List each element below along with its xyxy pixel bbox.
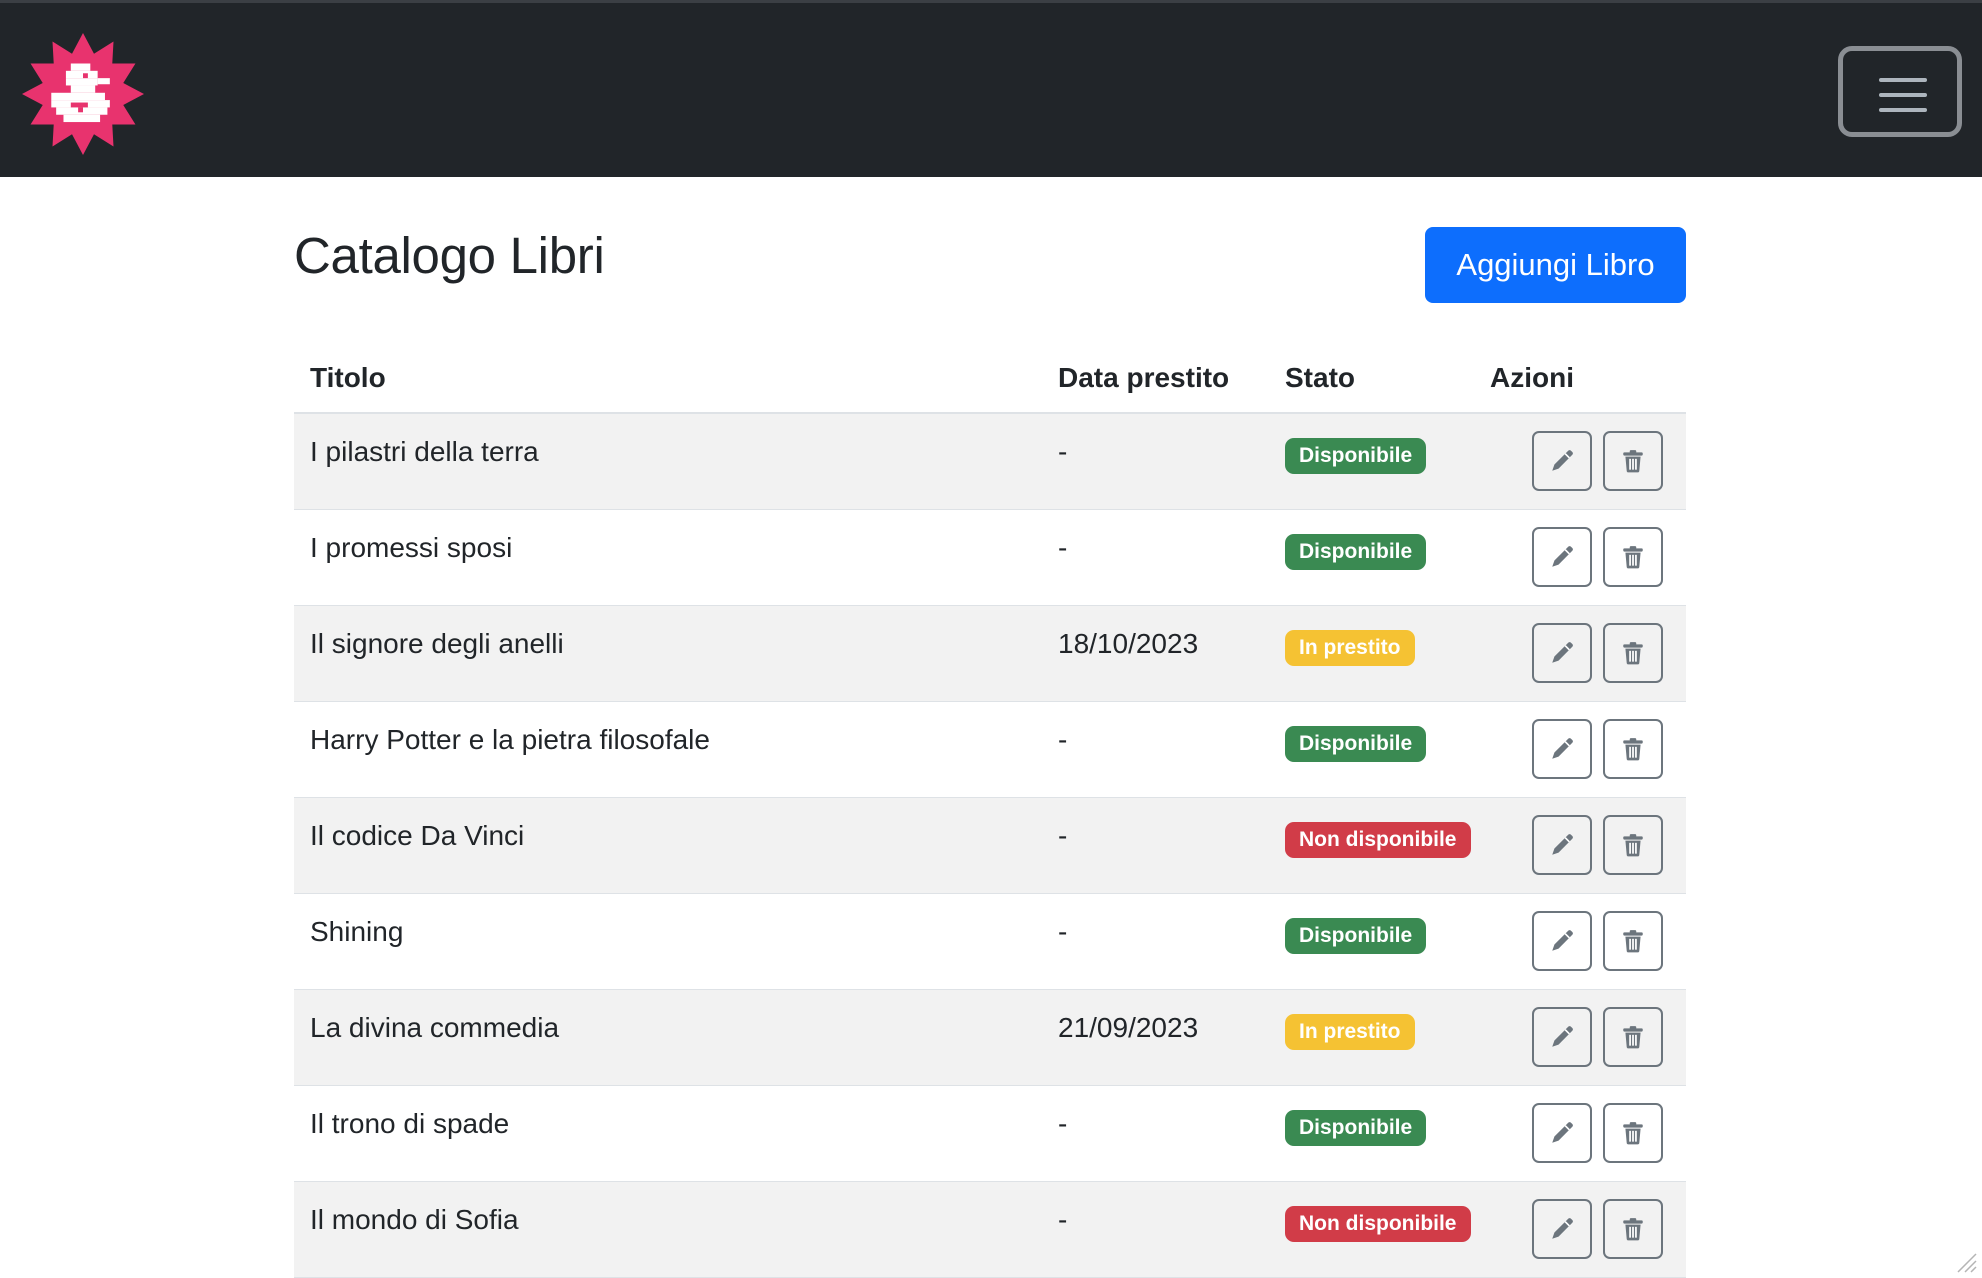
edit-button[interactable] [1532, 527, 1592, 587]
pencil-icon [1552, 1026, 1573, 1047]
pencil-icon [1552, 930, 1573, 951]
app-window: Catalogo Libri Aggiungi Libro Titolo Dat… [0, 0, 1982, 1278]
delete-button[interactable] [1603, 1007, 1663, 1067]
edit-button[interactable] [1532, 719, 1592, 779]
trash-icon [1623, 930, 1643, 953]
status-badge: Disponibile [1285, 534, 1427, 570]
loan-date: - [1058, 724, 1068, 755]
column-header-actions: Azioni [1490, 362, 1574, 393]
table-row: La divina commedia 21/09/2023 In prestito [294, 990, 1686, 1086]
trash-icon [1623, 546, 1643, 569]
delete-button[interactable] [1603, 911, 1663, 971]
status-badge: Disponibile [1285, 726, 1427, 762]
trash-icon [1623, 834, 1643, 857]
edit-button[interactable] [1532, 1199, 1592, 1259]
delete-button[interactable] [1603, 815, 1663, 875]
edit-button[interactable] [1532, 1103, 1592, 1163]
hamburger-menu-icon [1879, 78, 1927, 82]
navbar [0, 0, 1982, 177]
book-title: Shining [310, 916, 404, 947]
loan-date: 21/09/2023 [1058, 1012, 1199, 1043]
duck-sun-logo-icon[interactable] [22, 33, 144, 155]
table-header: Titolo Data prestito Stato Azioni [294, 344, 1686, 414]
table-row: I promessi sposi - Disponibile [294, 510, 1686, 606]
book-title: Il codice Da Vinci [310, 820, 525, 851]
status-badge: Disponibile [1285, 438, 1427, 474]
pencil-icon [1552, 450, 1573, 471]
trash-icon [1623, 1218, 1643, 1241]
book-title: Il trono di spade [310, 1108, 510, 1139]
page-title: Catalogo Libri [294, 227, 605, 284]
book-title: Il mondo di Sofia [310, 1204, 519, 1235]
trash-icon [1623, 738, 1643, 761]
delete-button[interactable] [1603, 719, 1663, 779]
table-row: Shining - Disponibile [294, 894, 1686, 990]
pencil-icon [1552, 546, 1573, 567]
loan-date: - [1058, 1108, 1068, 1139]
status-badge: In prestito [1285, 1014, 1415, 1050]
trash-icon [1623, 450, 1643, 473]
edit-button[interactable] [1532, 1007, 1592, 1067]
edit-button[interactable] [1532, 623, 1592, 683]
add-book-button[interactable]: Aggiungi Libro [1425, 227, 1686, 303]
edit-button[interactable] [1532, 815, 1592, 875]
trash-icon [1623, 1122, 1643, 1145]
delete-button[interactable] [1603, 623, 1663, 683]
pencil-icon [1552, 834, 1573, 855]
loan-date: - [1058, 1204, 1068, 1235]
book-title: Il signore degli anelli [310, 628, 564, 659]
loan-date: - [1058, 532, 1068, 563]
table-row: Il mondo di Sofia - Non disponibile [294, 1182, 1686, 1278]
books-table: Titolo Data prestito Stato Azioni I pila… [294, 344, 1686, 1278]
loan-date: 18/10/2023 [1058, 628, 1199, 659]
book-title: I promessi sposi [310, 532, 513, 563]
delete-button[interactable] [1603, 431, 1663, 491]
pencil-icon [1552, 642, 1573, 663]
loan-date: - [1058, 916, 1068, 947]
delete-button[interactable] [1603, 1199, 1663, 1259]
status-badge: Non disponibile [1285, 1206, 1471, 1242]
trash-icon [1623, 1026, 1643, 1049]
delete-button[interactable] [1603, 527, 1663, 587]
delete-button[interactable] [1603, 1103, 1663, 1163]
pencil-icon [1552, 1122, 1573, 1143]
table-row: Il signore degli anelli 18/10/2023 In pres… [294, 606, 1686, 702]
table-row: Il trono di spade - Disponibile [294, 1086, 1686, 1182]
column-header-date: Data prestito [1058, 362, 1230, 393]
pencil-icon [1552, 1218, 1573, 1239]
resize-grip-icon[interactable] [1954, 1250, 1978, 1274]
book-title: I pilastri della terra [310, 436, 539, 467]
edit-button[interactable] [1532, 431, 1592, 491]
column-header-status: Stato [1285, 362, 1355, 393]
loan-date: - [1058, 436, 1068, 467]
pencil-icon [1552, 738, 1573, 759]
trash-icon [1623, 642, 1643, 665]
book-title: La divina commedia [310, 1012, 560, 1043]
status-badge: In prestito [1285, 630, 1415, 666]
book-title: Harry Potter e la pietra filosofale [310, 724, 710, 755]
navbar-toggler-button[interactable] [1838, 46, 1962, 137]
edit-button[interactable] [1532, 911, 1592, 971]
column-header-title: Titolo [310, 362, 386, 393]
table-row: Harry Potter e la pietra filosofale - Disp… [294, 702, 1686, 798]
table-row: Il codice Da Vinci - Non disponibile [294, 798, 1686, 894]
status-badge: Disponibile [1285, 918, 1427, 954]
status-badge: Disponibile [1285, 1110, 1427, 1146]
loan-date: - [1058, 820, 1068, 851]
status-badge: Non disponibile [1285, 822, 1471, 858]
table-row: I pilastri della terra - Disponibile [294, 414, 1686, 510]
table-body: I pilastri della terra - Disponibile I prom… [294, 414, 1686, 1278]
